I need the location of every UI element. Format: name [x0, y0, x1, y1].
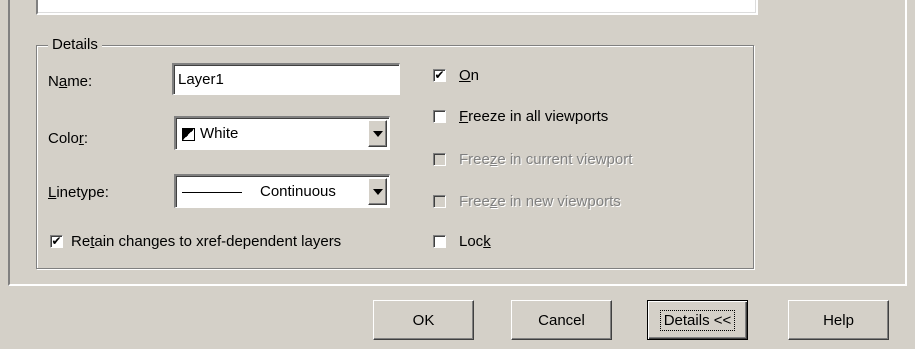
chevron-down-icon [373, 131, 383, 137]
name-field-value: Layer1 [178, 71, 224, 88]
checkmark-icon: ✔ [51, 234, 62, 248]
chevron-down-icon [373, 189, 383, 195]
freeze-new-viewports-checkbox[interactable] [433, 195, 446, 208]
lock-checkbox[interactable] [433, 235, 446, 248]
color-dropdown-value: White [182, 125, 238, 142]
name-label: Name: [48, 73, 93, 90]
cancel-button[interactable]: Cancel [511, 300, 612, 340]
linetype-dropdown[interactable]: Continuous [174, 174, 390, 208]
details-toggle-button[interactable]: Details << [647, 300, 748, 340]
color-dropdown-button[interactable] [368, 120, 387, 147]
layer-list-panel[interactable] [36, 0, 758, 15]
linetype-label: Linetype: [48, 184, 109, 201]
help-button[interactable]: Help [788, 300, 889, 340]
color-label: Color: [48, 130, 89, 147]
freeze-all-viewports-label[interactable]: Freeze in all viewports [459, 108, 608, 125]
linetype-dropdown-button[interactable] [368, 178, 387, 205]
linetype-dropdown-value: Continuous [182, 183, 336, 200]
freeze-current-viewport-label: Freeze in current viewport [459, 151, 633, 168]
ok-button[interactable]: OK [373, 300, 474, 340]
freeze-current-viewport-checkbox[interactable] [433, 153, 446, 166]
checkmark-icon: ✔ [434, 68, 445, 82]
on-checkbox[interactable]: ✔ [433, 69, 446, 82]
color-dropdown[interactable]: White [174, 116, 390, 150]
freeze-new-viewports-label: Freeze in new viewports [459, 193, 621, 210]
retain-changes-checkbox[interactable]: ✔ [50, 235, 63, 248]
name-field[interactable]: Layer1 [172, 63, 400, 95]
white-black-swatch-icon [182, 127, 195, 141]
on-label[interactable]: On [459, 67, 479, 84]
details-group-title: Details [48, 36, 102, 53]
retain-changes-label[interactable]: Retain changes to xref-dependent layers [71, 233, 341, 250]
lock-label[interactable]: Lock [459, 233, 491, 250]
line-sample-icon [182, 191, 242, 193]
freeze-all-viewports-checkbox[interactable] [433, 110, 446, 123]
